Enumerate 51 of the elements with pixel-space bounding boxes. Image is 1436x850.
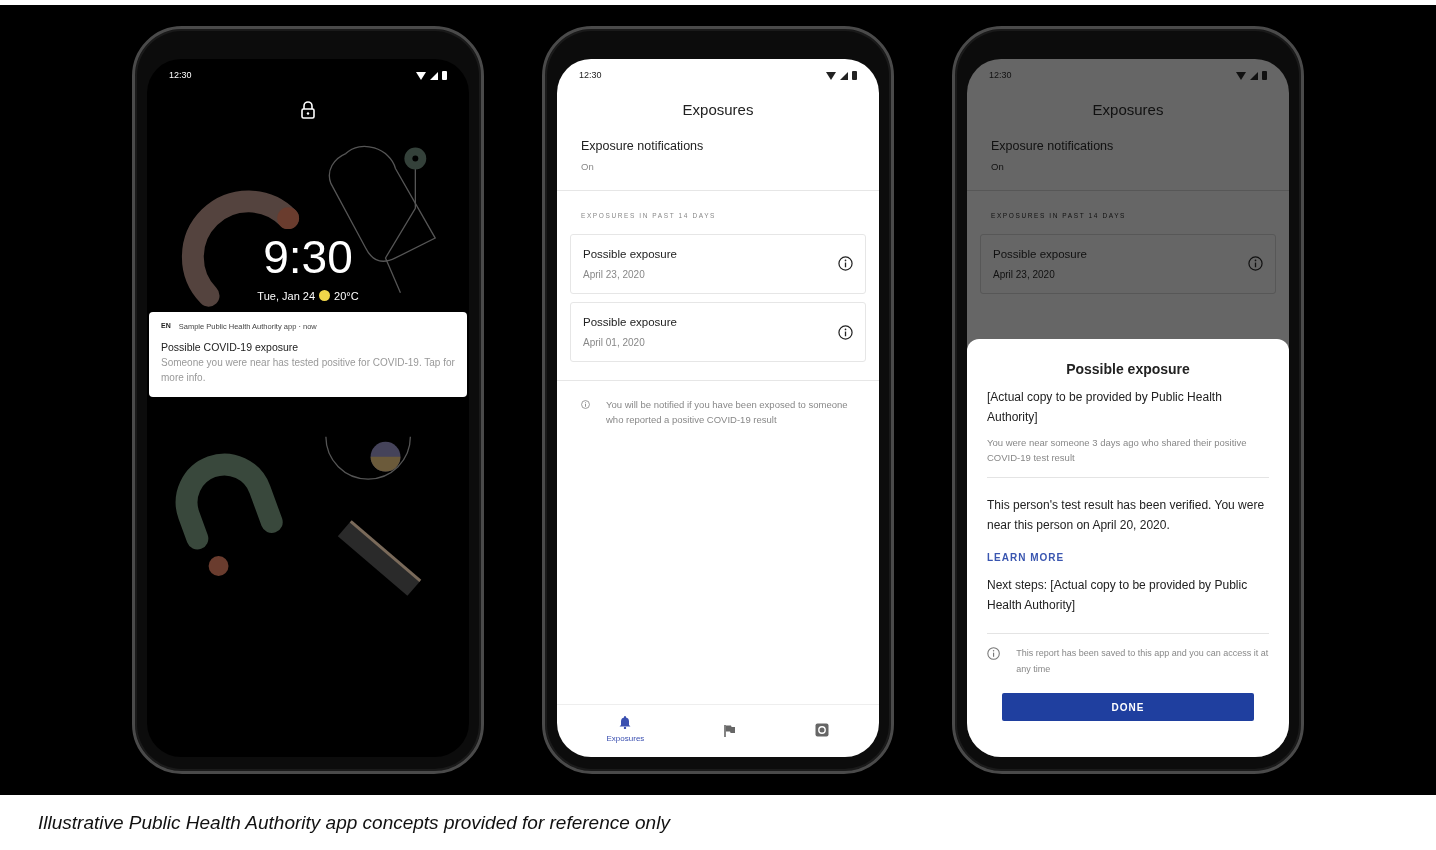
signal-icon [1250,71,1258,80]
sheet-subtitle: [Actual copy to be provided by Public Health Authority] [987,389,1223,426]
status-time: 12:30 [579,69,602,82]
clock-time: 9:30 [263,233,353,280]
info-icon [1248,256,1263,272]
wifi-icon [416,71,426,80]
exposure-title: Possible exposure [993,246,1087,262]
info-icon [838,324,853,340]
flag-icon [723,723,737,737]
exposure-title: Possible exposure [583,246,677,262]
exposure-card[interactable]: Possible exposure April 01, 2020 [570,302,866,363]
exposure-date: April 23, 2020 [993,268,1056,282]
notification-body: Someone you were near has tested positive for COVID-19. Tap for more info. [161,356,455,385]
signal-icon [840,71,848,80]
status-time: 12:30 [989,69,1012,82]
info-icon [838,256,853,272]
temperature-text: 20°C [334,288,359,304]
exposure-date: April 23, 2020 [583,268,646,282]
battery-icon [852,71,857,81]
done-button[interactable]: DONE [1002,693,1254,721]
gear-icon [815,723,830,737]
lock-icon [301,100,315,119]
bell-icon [619,715,632,729]
info-text: You will be notified if you have been exposed to someone who reported a positive COVID-19 result [606,398,849,428]
next-steps-text: Next steps: [Actual copy to be provided by Public Health Authority] [987,576,1249,614]
info-icon [987,646,1001,662]
exposure-date: April 01, 2020 [583,336,646,351]
screen-title: Exposures [1091,99,1165,120]
nav-tab[interactable]: Exposures [592,715,659,745]
sheet-title: Possible exposure [1065,360,1191,380]
sun-icon [319,290,331,302]
exposure-title: Possible exposure [583,315,677,330]
setting-value: On [991,159,1005,174]
status-time: 12:30 [169,69,192,82]
setting-label: Exposure notifications [581,138,705,155]
battery-icon [1262,71,1267,81]
wifi-icon [1236,71,1246,80]
notification-title: Possible COVID-19 exposure [161,340,300,356]
screen-title: Exposures [681,99,755,120]
setting-label: Exposure notifications [991,138,1115,155]
wifi-icon [826,71,836,80]
sheet-detail: You were near someone 3 days ago who shared their positive COVID-19 test result [987,435,1248,466]
setting-value: On [581,159,595,174]
exposure-card[interactable]: Possible exposure April 23, 2020 [570,233,866,294]
date-text: Tue, Jan 24 [257,288,316,304]
sheet-body: This person's test result has been verified. You were near this person on April 20, 2020. [987,497,1266,534]
learn-more-link[interactable]: LEARN MORE [987,551,1065,563]
signal-icon [430,71,438,80]
battery-icon [442,71,447,81]
caption: Illustrative Public Health Authority app concepts provided for reference only [37,811,672,835]
saved-note: This report has been saved to this app and you can access it at any time [1016,647,1269,676]
